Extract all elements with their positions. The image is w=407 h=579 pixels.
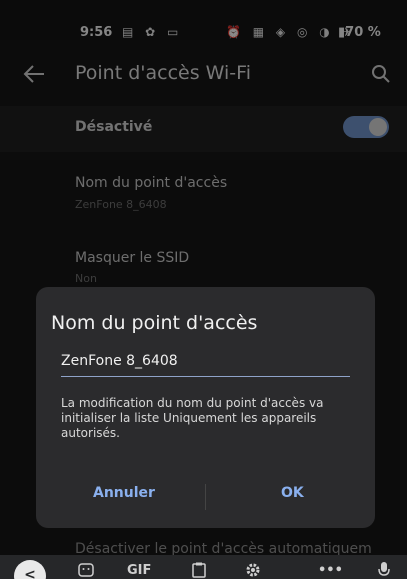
screen: 9:56 ▤ ✿ ▭ ⏰ ▦ ◈ ◎ ◑ ✈ ▮70 % Point d'acc… (0, 0, 407, 579)
ok-button[interactable]: OK (281, 485, 304, 501)
sticker-icon[interactable] (78, 563, 94, 577)
button-divider (205, 484, 206, 510)
more-options-button[interactable]: ••• (318, 563, 343, 578)
dialog-message: La modification du nom du point d'accès … (61, 396, 324, 440)
microphone-icon[interactable] (377, 561, 391, 579)
gif-button[interactable]: GIF (127, 563, 151, 578)
cancel-button[interactable]: Annuler (93, 485, 155, 501)
clipboard-icon[interactable] (192, 562, 206, 578)
rename-hotspot-dialog: Nom du point d'accès La modification du … (36, 287, 375, 528)
hotspot-name-input[interactable] (61, 349, 350, 377)
settings-gear-icon[interactable] (245, 562, 261, 578)
dialog-title: Nom du point d'accès (51, 312, 258, 334)
